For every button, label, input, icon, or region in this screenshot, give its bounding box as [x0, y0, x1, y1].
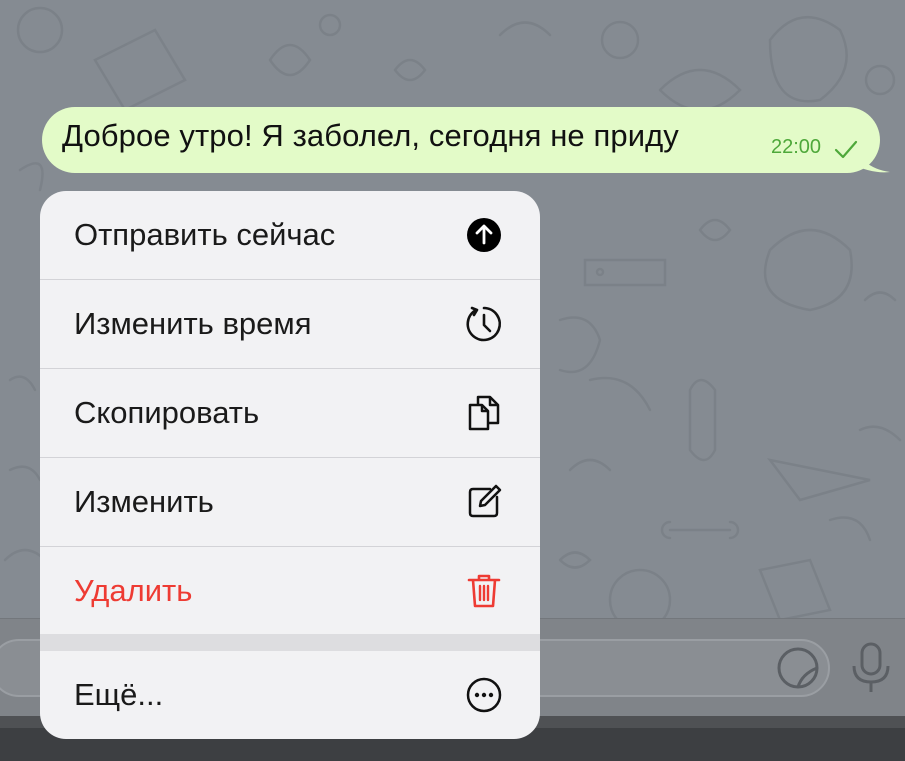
copy-icon [468, 395, 500, 431]
menu-item-label: Изменить [74, 484, 214, 519]
menu-item-delete[interactable]: Удалить [40, 547, 540, 636]
menu-item-label: Удалить [74, 573, 193, 608]
menu-item-label: Отправить сейчас [74, 217, 336, 252]
menu-item-label: Ещё... [74, 677, 164, 712]
menu-item-more[interactable]: Ещё... [40, 651, 540, 739]
menu-item-reschedule[interactable]: Изменить время [40, 280, 540, 369]
message-context-menu: Отправить сейчас Изменить время Скопиров… [40, 191, 540, 739]
message-text: Доброе утро! Я заболел, сегодня не приду [62, 118, 679, 153]
menu-item-copy[interactable]: Скопировать [40, 369, 540, 458]
menu-item-send-now[interactable]: Отправить сейчас [40, 191, 540, 280]
message-time: 22:00 [771, 136, 822, 158]
microphone-icon[interactable] [848, 640, 894, 696]
menu-group-separator [40, 634, 540, 651]
edit-icon [468, 484, 502, 518]
menu-item-label: Изменить время [74, 306, 312, 341]
send-now-icon [467, 218, 501, 252]
reschedule-clock-icon [466, 306, 501, 342]
sticker-icon[interactable] [772, 642, 824, 694]
menu-item-edit[interactable]: Изменить [40, 458, 540, 547]
menu-item-label: Скопировать [74, 395, 260, 430]
trash-icon [467, 574, 501, 608]
more-icon [466, 677, 502, 713]
check-icon [834, 140, 858, 159]
